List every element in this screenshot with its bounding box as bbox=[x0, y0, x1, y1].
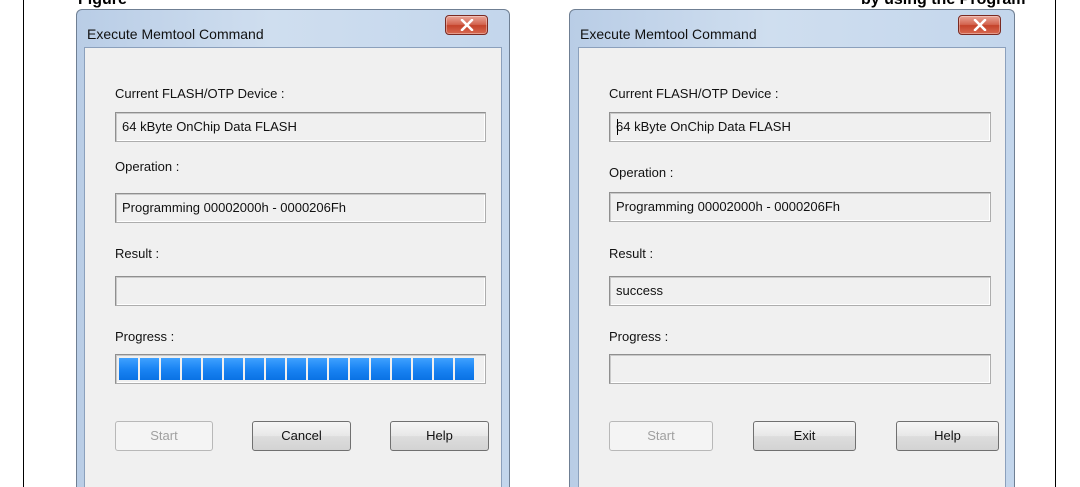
device-value: 64 kByte OnChip Data FLASH bbox=[616, 119, 791, 134]
progress-fill bbox=[613, 358, 987, 380]
help-button[interactable]: Help bbox=[896, 421, 999, 451]
figure-caption-right: by using the Program bbox=[861, 0, 1025, 9]
operation-label: Operation : bbox=[609, 165, 674, 180]
operation-field[interactable]: Programming 00002000h - 0000206Fh bbox=[609, 192, 991, 222]
progress-segment bbox=[245, 358, 264, 380]
progress-segment bbox=[161, 358, 180, 380]
progress-bar bbox=[609, 354, 991, 384]
text-caret bbox=[617, 119, 618, 135]
device-field[interactable]: 64 kByte OnChip Data FLASH bbox=[115, 112, 486, 142]
device-label: Current FLASH/OTP Device : bbox=[115, 86, 285, 101]
progress-segment bbox=[140, 358, 159, 380]
progress-segment bbox=[371, 358, 390, 380]
close-button[interactable] bbox=[958, 15, 1001, 35]
progress-label: Progress : bbox=[115, 329, 175, 344]
progress-segment bbox=[329, 358, 348, 380]
progress-segment bbox=[413, 358, 432, 380]
close-icon bbox=[460, 19, 474, 31]
help-button[interactable]: Help bbox=[390, 421, 489, 451]
start-button[interactable]: Start bbox=[115, 421, 213, 451]
window-title: Execute Memtool Command bbox=[580, 26, 757, 42]
result-label: Result : bbox=[609, 246, 654, 261]
result-label: Result : bbox=[115, 246, 160, 261]
result-field[interactable]: success bbox=[609, 276, 991, 306]
progress-segment bbox=[455, 358, 474, 380]
execute-memtool-dialog-running: Execute Memtool Command Current FLASH/OT… bbox=[76, 9, 510, 487]
progress-bar bbox=[115, 354, 486, 384]
progress-segment bbox=[203, 358, 222, 380]
progress-label: Progress : bbox=[609, 329, 669, 344]
close-icon bbox=[973, 19, 987, 31]
table-border-left bbox=[23, 0, 24, 487]
exit-button[interactable]: Exit bbox=[753, 421, 856, 451]
dialog-client-area: Current FLASH/OTP Device : 64 kByte OnCh… bbox=[84, 47, 502, 487]
execute-memtool-dialog-done: Execute Memtool Command Current FLASH/OT… bbox=[569, 9, 1015, 487]
window-title: Execute Memtool Command bbox=[87, 26, 264, 42]
progress-fill bbox=[119, 358, 482, 380]
progress-segment bbox=[119, 358, 138, 380]
progress-segment bbox=[224, 358, 243, 380]
result-field[interactable] bbox=[115, 276, 486, 306]
progress-segment bbox=[182, 358, 201, 380]
progress-segment bbox=[350, 358, 369, 380]
table-border-right bbox=[1055, 0, 1056, 487]
figure-caption-left: Figure bbox=[78, 0, 127, 9]
device-field[interactable]: 64 kByte OnChip Data FLASH bbox=[609, 112, 991, 142]
device-label: Current FLASH/OTP Device : bbox=[609, 86, 779, 101]
progress-segment bbox=[392, 358, 411, 380]
operation-field[interactable]: Programming 00002000h - 0000206Fh bbox=[115, 193, 486, 223]
dialog-client-area: Current FLASH/OTP Device : 64 kByte OnCh… bbox=[578, 47, 1006, 487]
progress-segment bbox=[287, 358, 306, 380]
progress-segment bbox=[308, 358, 327, 380]
progress-segment bbox=[266, 358, 285, 380]
start-button[interactable]: Start bbox=[609, 421, 713, 451]
progress-segment bbox=[434, 358, 453, 380]
close-button[interactable] bbox=[445, 15, 488, 35]
cancel-button[interactable]: Cancel bbox=[252, 421, 351, 451]
operation-label: Operation : bbox=[115, 159, 180, 174]
